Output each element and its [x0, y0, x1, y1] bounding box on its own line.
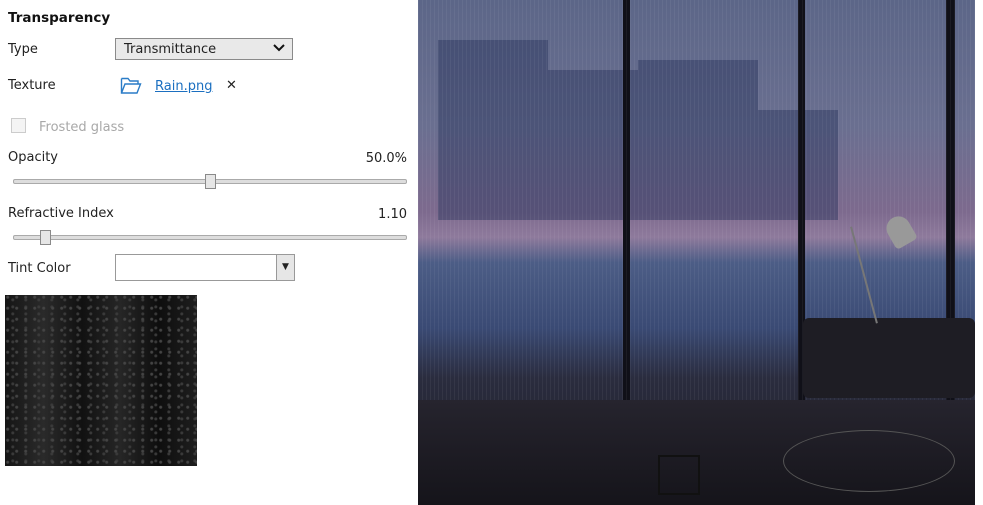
render-preview-image — [418, 0, 975, 505]
refractive-index-label: Refractive Index — [8, 206, 114, 221]
transparency-panel: Transparency Type Transmittance Texture … — [0, 0, 418, 505]
texture-file-link[interactable]: Rain.png — [155, 79, 212, 94]
chevron-down-icon — [272, 41, 286, 59]
refractive-index-slider[interactable] — [13, 230, 407, 246]
opacity-value: 50.0% — [365, 151, 407, 166]
texture-preview-image — [5, 295, 197, 466]
type-value: Transmittance — [124, 42, 217, 57]
opacity-label: Opacity — [8, 150, 59, 165]
refractive-index-value: 1.10 — [378, 207, 407, 222]
right-edge — [975, 13, 983, 505]
opacity-slider[interactable] — [13, 174, 407, 190]
type-label: Type — [8, 42, 38, 57]
frosted-glass-label: Frosted glass — [39, 120, 125, 135]
dropdown-arrow-icon[interactable]: ▼ — [276, 255, 294, 280]
refractive-index-slider-thumb[interactable] — [39, 230, 51, 245]
type-select[interactable]: Transmittance — [115, 38, 293, 60]
frosted-glass-checkbox[interactable] — [11, 118, 26, 133]
texture-label: Texture — [8, 78, 56, 93]
tint-color-label: Tint Color — [8, 261, 71, 276]
tint-color-picker[interactable]: ▼ — [115, 254, 295, 281]
folder-icon[interactable] — [120, 76, 142, 99]
opacity-slider-thumb[interactable] — [204, 174, 216, 189]
section-title: Transparency — [8, 10, 111, 26]
close-icon[interactable]: ✕ — [226, 78, 237, 93]
